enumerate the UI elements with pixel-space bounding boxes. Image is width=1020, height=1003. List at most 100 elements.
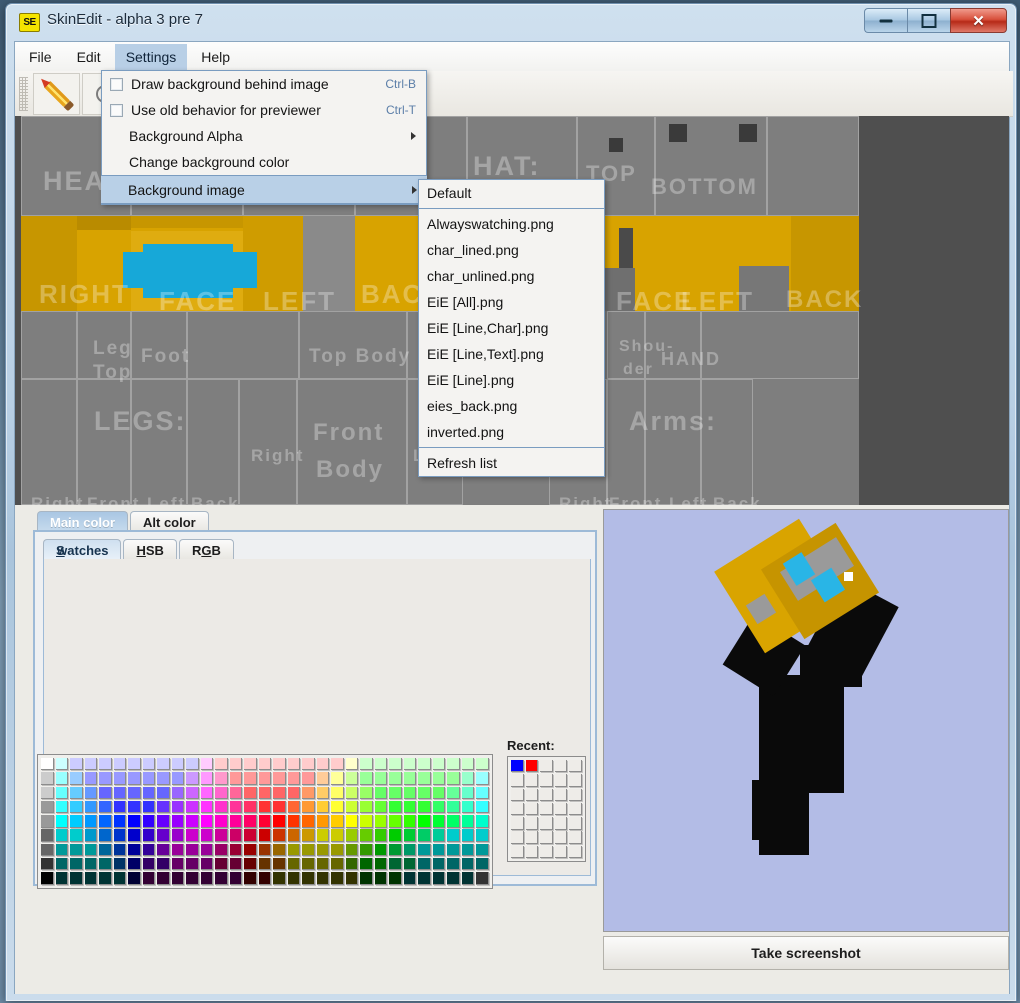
color-swatch[interactable]	[374, 786, 388, 799]
color-swatch[interactable]	[374, 800, 388, 814]
color-swatch[interactable]	[229, 829, 243, 842]
color-swatch[interactable]	[70, 772, 83, 785]
color-swatch[interactable]	[171, 800, 185, 814]
skin-pixels[interactable]	[131, 216, 243, 228]
color-swatch[interactable]	[273, 800, 286, 814]
color-swatch[interactable]	[84, 815, 98, 828]
recent-color-swatch[interactable]	[569, 831, 582, 844]
menu-settings[interactable]: Settings	[114, 43, 188, 70]
color-swatch[interactable]	[374, 772, 388, 785]
color-swatch[interactable]	[418, 858, 431, 871]
close-button[interactable]: ✕	[950, 8, 1007, 33]
color-swatch[interactable]	[360, 786, 373, 799]
color-swatch[interactable]	[157, 758, 170, 771]
color-swatch[interactable]	[331, 843, 344, 857]
color-swatch[interactable]	[215, 800, 228, 814]
recent-color-swatch[interactable]	[511, 788, 524, 801]
color-swatch[interactable]	[316, 772, 330, 785]
color-swatch[interactable]	[70, 872, 83, 885]
color-swatch[interactable]	[200, 786, 214, 799]
recent-color-swatch[interactable]	[554, 845, 568, 859]
color-swatch[interactable]	[186, 800, 199, 814]
color-swatch[interactable]	[316, 815, 330, 828]
color-swatch[interactable]	[55, 786, 69, 799]
color-swatch[interactable]	[186, 872, 199, 885]
color-swatch[interactable]	[273, 872, 286, 885]
color-swatch[interactable]	[461, 800, 475, 814]
color-swatch[interactable]	[476, 800, 489, 814]
submenu-item-eies-back[interactable]: eies_back.png	[419, 393, 604, 419]
color-swatch[interactable]	[389, 758, 402, 771]
color-swatch[interactable]	[258, 843, 272, 857]
recent-color-swatch[interactable]	[540, 774, 553, 787]
recent-color-swatch[interactable]	[554, 831, 568, 844]
sheet-cell[interactable]	[701, 311, 859, 379]
recent-color-swatch[interactable]	[525, 831, 539, 844]
sheet-cell-body-right[interactable]	[239, 379, 297, 505]
color-swatch[interactable]	[461, 772, 475, 785]
color-swatch[interactable]	[55, 772, 69, 785]
color-swatch[interactable]	[374, 872, 388, 885]
menu-edit[interactable]: Edit	[66, 44, 112, 70]
color-swatch[interactable]	[128, 772, 141, 785]
color-swatch[interactable]	[432, 829, 446, 842]
color-swatch[interactable]	[229, 843, 243, 857]
color-swatch[interactable]	[389, 786, 402, 799]
sheet-cell-legs-left[interactable]	[131, 379, 187, 505]
color-swatch[interactable]	[258, 872, 272, 885]
color-swatch[interactable]	[142, 772, 156, 785]
color-swatch[interactable]	[302, 858, 315, 871]
color-swatch[interactable]	[186, 815, 199, 828]
color-swatch[interactable]	[316, 872, 330, 885]
color-swatch[interactable]	[447, 843, 460, 857]
color-swatch[interactable]	[258, 786, 272, 799]
color-swatch[interactable]	[55, 858, 69, 871]
color-swatch[interactable]	[461, 815, 475, 828]
color-swatch[interactable]	[302, 872, 315, 885]
color-swatch[interactable]	[316, 829, 330, 842]
recent-color-swatch[interactable]	[525, 817, 539, 830]
submenu-item-eie-all[interactable]: EiE [All].png	[419, 289, 604, 315]
color-swatch[interactable]	[128, 786, 141, 799]
color-swatch[interactable]	[157, 829, 170, 842]
color-swatch[interactable]	[302, 829, 315, 842]
color-swatch[interactable]	[215, 815, 228, 828]
color-swatch[interactable]	[41, 872, 54, 885]
color-swatch[interactable]	[258, 772, 272, 785]
sheet-cell-arm-front[interactable]	[607, 379, 645, 505]
skin-pixels[interactable]	[77, 216, 131, 230]
color-swatch[interactable]	[215, 858, 228, 871]
color-swatch[interactable]	[432, 786, 446, 799]
color-swatch[interactable]	[171, 843, 185, 857]
color-swatch[interactable]	[41, 858, 54, 871]
color-swatch[interactable]	[403, 872, 417, 885]
color-swatch[interactable]	[360, 858, 373, 871]
color-swatch[interactable]	[113, 829, 127, 842]
color-swatch[interactable]	[418, 829, 431, 842]
color-swatch[interactable]	[142, 815, 156, 828]
skin-pixels[interactable]	[669, 124, 687, 142]
color-swatch[interactable]	[432, 858, 446, 871]
menu-file[interactable]: File	[18, 44, 63, 70]
recent-color-swatch[interactable]	[569, 788, 582, 801]
color-swatch[interactable]	[302, 758, 315, 771]
color-swatch[interactable]	[316, 786, 330, 799]
submenu-item-char-lined[interactable]: char_lined.png	[419, 237, 604, 263]
color-swatch[interactable]	[287, 858, 301, 871]
color-swatch[interactable]	[476, 843, 489, 857]
color-swatch[interactable]	[200, 758, 214, 771]
recent-color-swatch[interactable]	[525, 788, 539, 801]
color-swatch[interactable]	[186, 758, 199, 771]
submenu-item-refresh-list[interactable]: Refresh list	[419, 450, 604, 476]
sheet-cell-foot[interactable]	[131, 311, 187, 379]
color-swatch[interactable]	[360, 758, 373, 771]
color-swatch[interactable]	[171, 786, 185, 799]
recent-color-swatch[interactable]	[511, 845, 524, 859]
color-swatch[interactable]	[70, 843, 83, 857]
recent-color-swatch[interactable]	[540, 802, 553, 816]
color-swatch[interactable]	[374, 829, 388, 842]
recent-color-swatch[interactable]	[569, 845, 582, 859]
color-swatch[interactable]	[128, 815, 141, 828]
recent-color-swatch[interactable]	[569, 774, 582, 787]
color-swatch[interactable]	[229, 872, 243, 885]
